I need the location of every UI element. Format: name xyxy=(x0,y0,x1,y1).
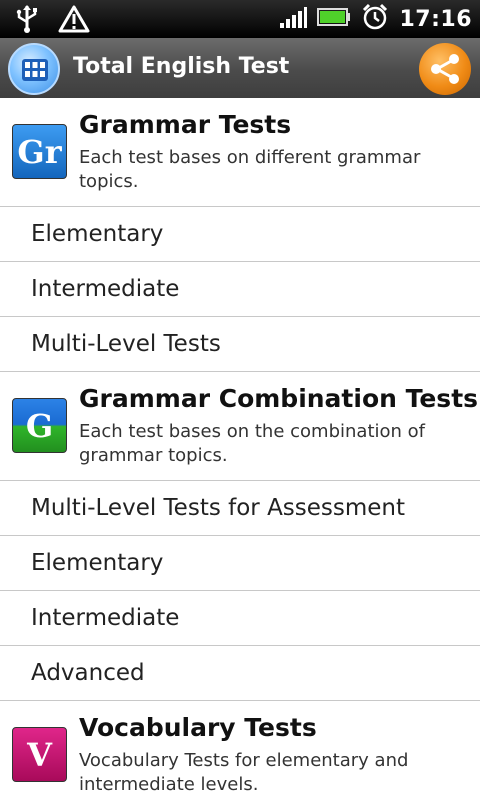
vocabulary-icon: V xyxy=(12,727,67,782)
signal-icon xyxy=(279,5,308,33)
alarm-icon xyxy=(361,3,389,35)
list-item-grammar-intermediate[interactable]: Intermediate xyxy=(0,262,480,317)
battery-icon xyxy=(317,6,351,32)
grammar-combination-icon: G xyxy=(12,398,67,453)
list-item-combination-elementary[interactable]: Elementary xyxy=(0,536,480,591)
app-title: Total English Test xyxy=(73,54,290,79)
list-item-grammar-multi-level[interactable]: Multi-Level Tests xyxy=(0,317,480,372)
section-description: Vocabulary Tests for elementary and inte… xyxy=(79,750,409,795)
clock: 17:16 xyxy=(399,6,472,32)
section-title: Vocabulary Tests xyxy=(79,713,317,742)
warning-icon xyxy=(58,4,90,38)
section-title: Grammar Combination Tests xyxy=(79,384,479,413)
section-grammar-tests[interactable]: Gr Grammar Tests Each test bases on diff… xyxy=(0,98,480,207)
test-list: Gr Grammar Tests Each test bases on diff… xyxy=(0,98,480,800)
section-description: Each test bases on the combination of gr… xyxy=(79,421,425,466)
list-item-combination-intermediate[interactable]: Intermediate xyxy=(0,591,480,646)
usb-icon xyxy=(14,4,40,38)
title-bar: Total English Test xyxy=(0,38,480,98)
share-icon xyxy=(431,54,459,84)
home-button[interactable] xyxy=(8,43,60,95)
grammar-icon: Gr xyxy=(12,124,67,179)
grid-icon xyxy=(22,59,48,81)
status-bar: 17:16 xyxy=(0,0,480,38)
section-description: Each test bases on different grammar top… xyxy=(79,147,421,192)
share-button[interactable] xyxy=(419,43,471,95)
list-item-combination-advanced[interactable]: Advanced xyxy=(0,646,480,701)
section-vocabulary-tests[interactable]: V Vocabulary Tests Vocabulary Tests for … xyxy=(0,701,480,800)
section-title: Grammar Tests xyxy=(79,110,292,139)
list-item-combination-assessment[interactable]: Multi-Level Tests for Assessment xyxy=(0,481,480,536)
section-grammar-combination-tests[interactable]: G Grammar Combination Tests Each test ba… xyxy=(0,372,480,481)
list-item-grammar-elementary[interactable]: Elementary xyxy=(0,207,480,262)
